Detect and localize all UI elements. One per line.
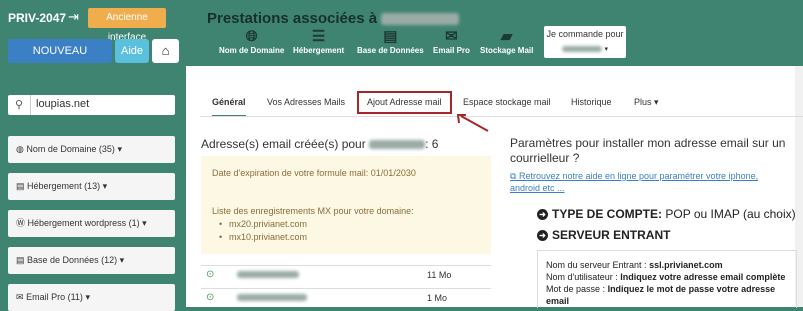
arrow-circle-icon: ➜	[537, 230, 548, 241]
envelope-icon: ✉	[16, 292, 24, 302]
redacted-email	[237, 271, 299, 278]
redacted-email	[237, 294, 307, 301]
table-row[interactable]: ⊙ 1 Mo	[201, 288, 491, 307]
mailbox-size: 1 Mo	[427, 293, 448, 303]
search-box[interactable]: ⚲ loupias.net	[8, 95, 175, 115]
caret-down-icon: ▾	[117, 144, 122, 154]
tab-divider	[200, 116, 803, 117]
help-button[interactable]: Aide	[115, 39, 149, 63]
incoming-server-details: Nom du serveur Entrant : ssl.privianet.c…	[537, 250, 797, 308]
mx-record: mx10.privianet.com	[219, 232, 307, 242]
annotation-arrow-icon	[456, 114, 489, 132]
service-email-pro[interactable]: ✉ Email Pro	[433, 28, 470, 55]
mail-plan-notice: Date d'expiration de votre formule mail:…	[201, 156, 491, 254]
check-circle-icon: ⊙	[206, 292, 215, 303]
caret-down-icon: ▾	[142, 218, 147, 228]
mx-record: mx20.privianet.com	[219, 219, 307, 229]
envelope-icon: ✉	[445, 28, 458, 45]
caret-down-icon: ▾	[102, 181, 108, 191]
server-icon: ▤	[16, 181, 25, 191]
mx-title: Liste des enregistrements MX pour votre …	[212, 206, 414, 216]
old-interface-button[interactable]: Ancienne interface	[88, 8, 166, 43]
top-bar: PRIV-2047 ⇥ Ancienne interface NOUVEAU D…	[0, 0, 803, 81]
service-hosting[interactable]: ☰ Hébergement	[293, 28, 344, 55]
arrow-circle-icon: ➜	[537, 209, 548, 220]
sidebar-item-database[interactable]: ▤ Base de Données (12) ▾	[8, 247, 175, 274]
redacted-domain	[369, 140, 426, 150]
tab-more[interactable]: Plus ▾	[634, 89, 659, 115]
account-id: PRIV-2047	[8, 11, 67, 25]
globe-icon: ◍	[16, 144, 24, 154]
caret-down-icon: ▾	[654, 97, 659, 107]
settings-heading: Paramètres pour installer mon adresse em…	[510, 136, 786, 165]
caret-down-icon: ▾	[85, 292, 90, 302]
page-title: Prestations associées à	[207, 10, 460, 27]
expiration-text: Date d'expiration de votre formule mail:…	[212, 168, 416, 178]
home-button[interactable]: ⌂	[152, 39, 179, 63]
globe-icon: 🌐︎	[245, 28, 258, 45]
account-type: ➜ TYPE DE COMPTE: POP ou IMAP (au choix)	[537, 207, 796, 221]
search-icon: ⚲	[8, 95, 31, 115]
server-icon: ☰	[311, 28, 326, 45]
new-domain-button[interactable]: NOUVEAU DOMAINE	[8, 39, 112, 81]
check-circle-icon: ⊙	[206, 269, 215, 280]
username-value: Indiquez votre adresse email complète	[620, 272, 786, 282]
table-row[interactable]: ⊙ 11 Mo	[201, 265, 491, 284]
tab-history[interactable]: Historique	[571, 89, 612, 115]
wordpress-icon: Ⓦ	[16, 218, 26, 228]
service-domain[interactable]: 🌐︎ Nom de Domaine	[219, 28, 284, 55]
service-database[interactable]: ▤ Base de Données	[357, 28, 424, 55]
caret-down-icon: ▾	[119, 255, 125, 265]
redacted-domain	[381, 13, 460, 26]
sidebar-item-wordpress[interactable]: Ⓦ Hébergement wordpress (1) ▾	[8, 210, 175, 237]
database-icon: ▤	[383, 28, 398, 45]
server-name-value: ssl.privianet.com	[649, 260, 723, 270]
sidebar-item-hosting[interactable]: ▤ Hébergement (13) ▾	[8, 173, 175, 200]
order-for-select[interactable]: Je commande pour ▾	[544, 26, 626, 58]
incoming-server-heading: ➜ SERVEUR ENTRANT	[537, 228, 670, 242]
help-link[interactable]: ⧉ Retrouvez notre aide en ligne pour par…	[510, 170, 790, 194]
created-count-heading: Adresse(s) email créée(s) pour : 6	[201, 137, 439, 151]
inbox-icon: ▰	[500, 28, 513, 45]
sidebar-item-domain[interactable]: ◍ Nom de Domaine (35) ▾	[8, 136, 175, 163]
tab-add-address[interactable]: Ajout Adresse mail	[357, 91, 452, 114]
tab-addresses[interactable]: Vos Adresses Mails	[267, 89, 345, 115]
redacted-target	[561, 45, 602, 52]
external-link-icon: ⧉	[510, 171, 517, 181]
home-icon: ⌂	[161, 43, 170, 58]
service-mail-storage[interactable]: ▰ Stockage Mail	[480, 28, 533, 55]
mailbox-size: 11 Mo	[427, 270, 452, 280]
chevron-down-icon: ▾	[604, 46, 609, 53]
database-icon: ▤	[16, 255, 25, 265]
search-input[interactable]: loupias.net	[36, 98, 89, 110]
tab-general[interactable]: Général	[212, 89, 246, 117]
logout-icon[interactable]: ⇥	[68, 9, 79, 25]
